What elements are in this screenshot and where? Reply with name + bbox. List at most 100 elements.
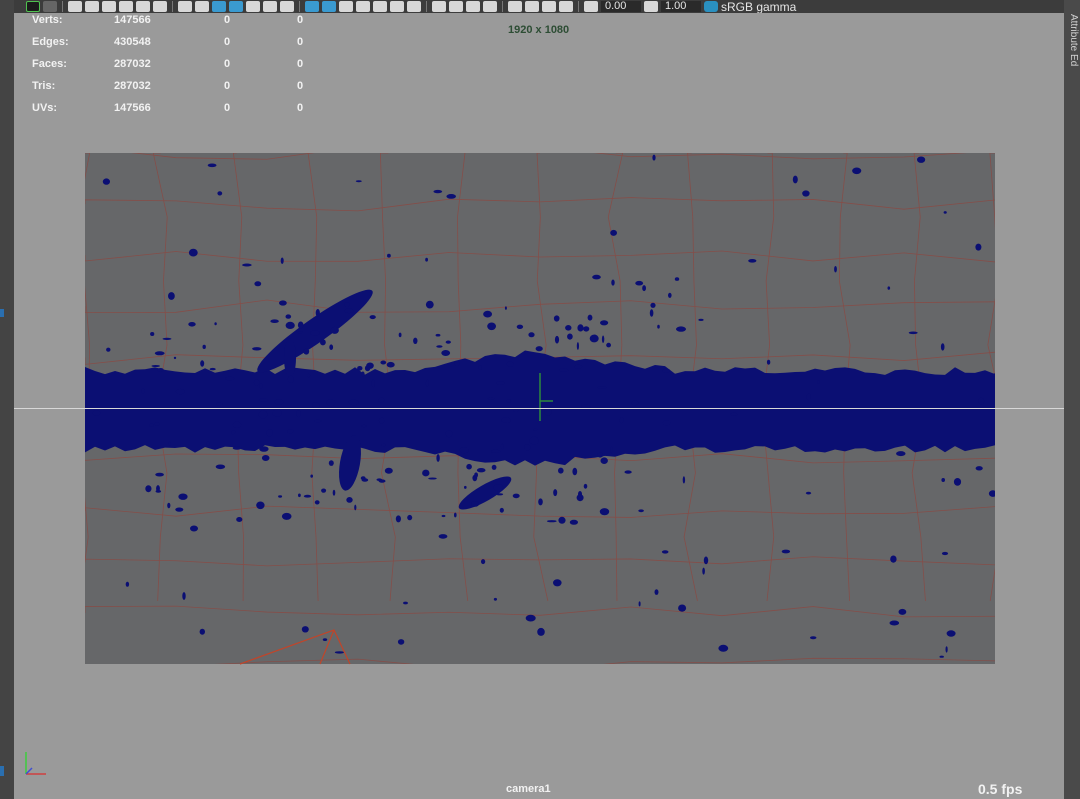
mesh-fragment	[487, 322, 496, 331]
mesh-fragment	[493, 484, 504, 492]
default-material-icon[interactable]	[339, 1, 353, 12]
mesh-fragment	[154, 351, 165, 356]
mesh-fragment	[310, 474, 313, 478]
mesh-fragment	[730, 412, 738, 416]
mesh-fragment	[668, 292, 672, 298]
depth-of-field-icon[interactable]	[483, 1, 497, 12]
color-management-icon[interactable]	[704, 1, 718, 12]
mesh-fragment	[766, 359, 771, 365]
mesh-fragment	[896, 451, 906, 457]
mesh-fragment	[313, 419, 322, 423]
isolate-select-icon[interactable]	[26, 1, 40, 12]
camera-attributes-icon[interactable]	[68, 1, 82, 12]
mesh-fragment	[344, 308, 354, 314]
mesh-fragment	[852, 167, 862, 175]
motion-blur-icon[interactable]	[449, 1, 463, 12]
smooth-shade-icon[interactable]	[322, 1, 336, 12]
mesh-fragment	[355, 180, 362, 183]
wireframe-on-shaded-icon[interactable]	[356, 1, 370, 12]
mesh-fragment	[558, 467, 564, 474]
mesh-fragment	[285, 314, 292, 319]
mesh-fragment	[253, 379, 260, 386]
grid-icon[interactable]	[178, 1, 192, 12]
toolbar-separator	[502, 1, 503, 12]
mesh-fragment	[657, 324, 660, 329]
mesh-fragment	[496, 493, 504, 496]
mesh-fragment	[258, 410, 268, 419]
xray-joints-icon[interactable]	[525, 1, 539, 12]
resolution-gate-icon[interactable]	[212, 1, 226, 12]
mesh-streak	[458, 476, 512, 510]
mesh-fragment	[474, 472, 478, 478]
mesh-fragment	[652, 154, 656, 161]
safe-title-icon[interactable]	[280, 1, 294, 12]
isolate-icon[interactable]	[508, 1, 522, 12]
field-chart-icon[interactable]	[246, 1, 260, 12]
wireframe-icon[interactable]	[305, 1, 319, 12]
use-all-lights-icon[interactable]	[390, 1, 404, 12]
exposure-field[interactable]: 0.00	[601, 1, 641, 12]
mesh-fragment	[298, 493, 301, 498]
mesh-fragment	[278, 495, 283, 498]
mesh-fragment	[610, 446, 613, 454]
textured-icon[interactable]	[373, 1, 387, 12]
grease-pencil-icon[interactable]	[153, 1, 167, 12]
mesh-fragment	[610, 229, 617, 236]
mesh-fragment	[504, 306, 507, 310]
film-gate-icon[interactable]	[195, 1, 209, 12]
mesh-fragment	[441, 514, 446, 518]
attribute-editor-tab[interactable]: Attribute Ed	[1067, 14, 1079, 74]
mesh-fragment	[649, 309, 654, 317]
hud-label: UVs:	[32, 102, 58, 114]
mesh-fragment	[493, 597, 497, 601]
mesh-fragment	[258, 398, 269, 402]
mesh-fragment	[718, 644, 729, 652]
wire-line	[85, 505, 995, 518]
gamma-icon[interactable]	[644, 1, 658, 12]
mesh-fragment	[188, 322, 196, 327]
mesh-fragment	[446, 194, 457, 199]
mesh-fragment	[953, 478, 962, 486]
2d-pan-zoom-icon[interactable]	[136, 1, 150, 12]
camera-frustum[interactable]	[240, 628, 360, 668]
gamma-field[interactable]: 1.00	[661, 1, 701, 12]
view-transform-label[interactable]: sRGB gamma	[721, 1, 796, 13]
multisample-aa-icon[interactable]	[466, 1, 480, 12]
safe-action-icon[interactable]	[263, 1, 277, 12]
mesh-fragment	[287, 375, 294, 383]
mesh-fragment	[524, 444, 531, 451]
mesh-fragment	[190, 525, 198, 532]
mesh-fragment	[285, 321, 295, 329]
exposure-icon[interactable]	[584, 1, 598, 12]
toolbar-separator	[62, 1, 63, 12]
mesh-fragment	[650, 302, 656, 308]
camera-bookmark-icon[interactable]	[85, 1, 99, 12]
mesh-fragment	[558, 368, 569, 372]
mesh-fragment	[654, 589, 659, 595]
mesh-fragment	[535, 346, 543, 352]
mesh-fragment	[525, 614, 536, 622]
screen-space-ao-icon[interactable]	[432, 1, 446, 12]
mesh-fragment	[513, 409, 519, 412]
mesh-fragment	[256, 501, 265, 510]
backface-culling-icon[interactable]	[559, 1, 573, 12]
mesh-fragment	[624, 470, 632, 474]
mesh-fragment	[943, 211, 947, 214]
mesh-fragment	[173, 356, 177, 360]
mesh-fragment	[487, 397, 495, 400]
shadows-icon[interactable]	[407, 1, 421, 12]
mesh-fragment	[817, 380, 820, 384]
gate-mask-icon[interactable]	[229, 1, 243, 12]
hud-total-value: 430548	[114, 36, 151, 48]
image-plane-icon[interactable]	[102, 1, 116, 12]
hud-total-value: 147566	[114, 102, 151, 114]
mesh-fragment	[380, 360, 387, 365]
bookmark-icon[interactable]	[119, 1, 133, 12]
mesh-fragment	[546, 520, 557, 523]
mesh-fragment	[330, 326, 339, 334]
mesh-fragment	[703, 556, 709, 565]
xray-active-components-icon[interactable]	[542, 1, 556, 12]
xray-icon[interactable]	[43, 1, 57, 12]
mesh-fragment	[384, 467, 393, 474]
mesh-fragment	[378, 397, 385, 403]
